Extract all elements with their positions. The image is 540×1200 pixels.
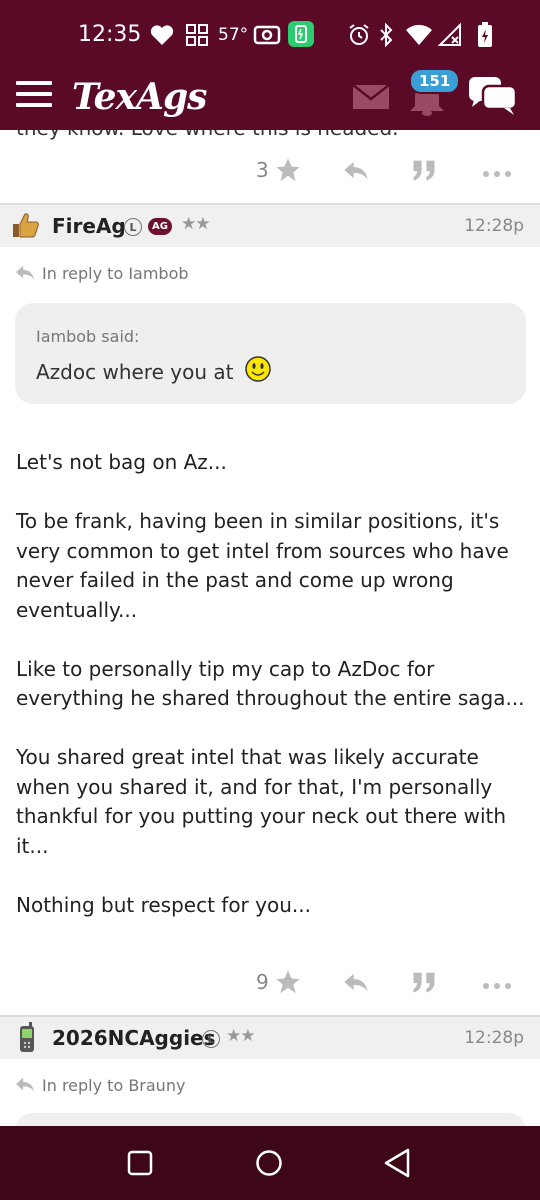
reply-to-text: In reply to Brauny: [42, 1076, 186, 1095]
battery-saver-icon: [287, 21, 315, 47]
back-icon[interactable]: [382, 1147, 412, 1183]
ag-badge: AG: [148, 218, 172, 235]
username[interactable]: FireAg: [52, 214, 126, 238]
post-actions: 3: [0, 150, 540, 190]
smiley-emoji-icon: [245, 356, 271, 382]
reply-to-link[interactable]: In reply to Iambob: [14, 264, 189, 283]
quote-author: Iambob said:: [36, 327, 140, 346]
reply-arrow-icon: [16, 1077, 34, 1092]
temperature: 57°: [218, 25, 249, 45]
post-actions: 9: [0, 962, 540, 1002]
recents-icon[interactable]: [126, 1149, 154, 1181]
widgets-icon: [185, 22, 209, 48]
quote-icon[interactable]: [410, 156, 438, 188]
level-badge: L: [124, 218, 142, 236]
mail-icon[interactable]: [352, 84, 390, 114]
quote-text-content: Azdoc where you at: [36, 360, 234, 384]
level-badge: L: [202, 1030, 220, 1048]
user-stars: ★★: [181, 214, 211, 234]
quote-block: [15, 1113, 526, 1126]
post-time: 12:28p: [464, 1028, 524, 1048]
reply-icon[interactable]: [342, 156, 370, 188]
post-time: 12:28p: [464, 216, 524, 236]
app-bar: TexAgs 151: [0, 68, 540, 130]
home-icon[interactable]: [254, 1148, 284, 1182]
post-header: 2026NCAggies L ★★ 12:28p: [0, 1017, 540, 1059]
previous-post-text: they know. Love where this is headed.: [16, 130, 399, 140]
post-paragraph: To be frank, having been in similar posi…: [16, 509, 509, 622]
quote-icon[interactable]: [410, 968, 438, 1000]
notification-badge: 151: [409, 68, 461, 94]
post-header: FireAg L AG ★★ 12:28p: [0, 205, 540, 247]
reply-to-text: In reply to Iambob: [42, 264, 189, 283]
heart-icon: [150, 22, 174, 48]
like-count: 3: [256, 158, 269, 182]
app-logo[interactable]: TexAgs: [72, 76, 207, 118]
reply-icon[interactable]: [342, 968, 370, 1000]
bluetooth-icon: [378, 22, 394, 48]
more-icon[interactable]: [482, 164, 512, 183]
username[interactable]: 2026NCAggies: [52, 1026, 216, 1050]
star-icon[interactable]: [274, 156, 302, 188]
battery-icon: [477, 22, 493, 48]
wifi-icon: [405, 22, 433, 48]
post-paragraph: You shared great intel that was likely a…: [16, 745, 507, 858]
thumbs-up-avatar-icon: [10, 210, 40, 244]
post-paragraph: Like to personally tip my cap to AzDoc f…: [16, 656, 525, 711]
signal-icon: [438, 22, 464, 48]
phone-avatar-icon: [17, 1022, 37, 1058]
status-bar: 12:35 57°: [0, 0, 540, 68]
post-paragraph: Nothing but respect for you...: [16, 892, 311, 917]
chat-icon[interactable]: [468, 76, 518, 120]
status-time: 12:35: [78, 22, 142, 47]
like-count: 9: [256, 970, 269, 994]
menu-icon[interactable]: [14, 78, 54, 114]
post-body: Let's not bag on Az... To be frank, havi…: [16, 448, 526, 920]
system-nav-bar: [0, 1126, 540, 1200]
radio-icon: [253, 22, 281, 48]
user-stars: ★★: [226, 1026, 256, 1046]
thread-content: they know. Love where this is headed. 3 …: [0, 130, 540, 1126]
alarm-icon: [347, 22, 371, 48]
post-paragraph: Let's not bag on Az...: [16, 450, 227, 474]
reply-to-link[interactable]: In reply to Brauny: [14, 1076, 185, 1095]
more-icon[interactable]: [482, 976, 512, 995]
star-icon[interactable]: [274, 968, 302, 1000]
quote-text: Azdoc where you at: [36, 355, 272, 384]
reply-arrow-icon: [16, 265, 34, 280]
quote-block: Iambob said: Azdoc where you at: [15, 303, 526, 404]
